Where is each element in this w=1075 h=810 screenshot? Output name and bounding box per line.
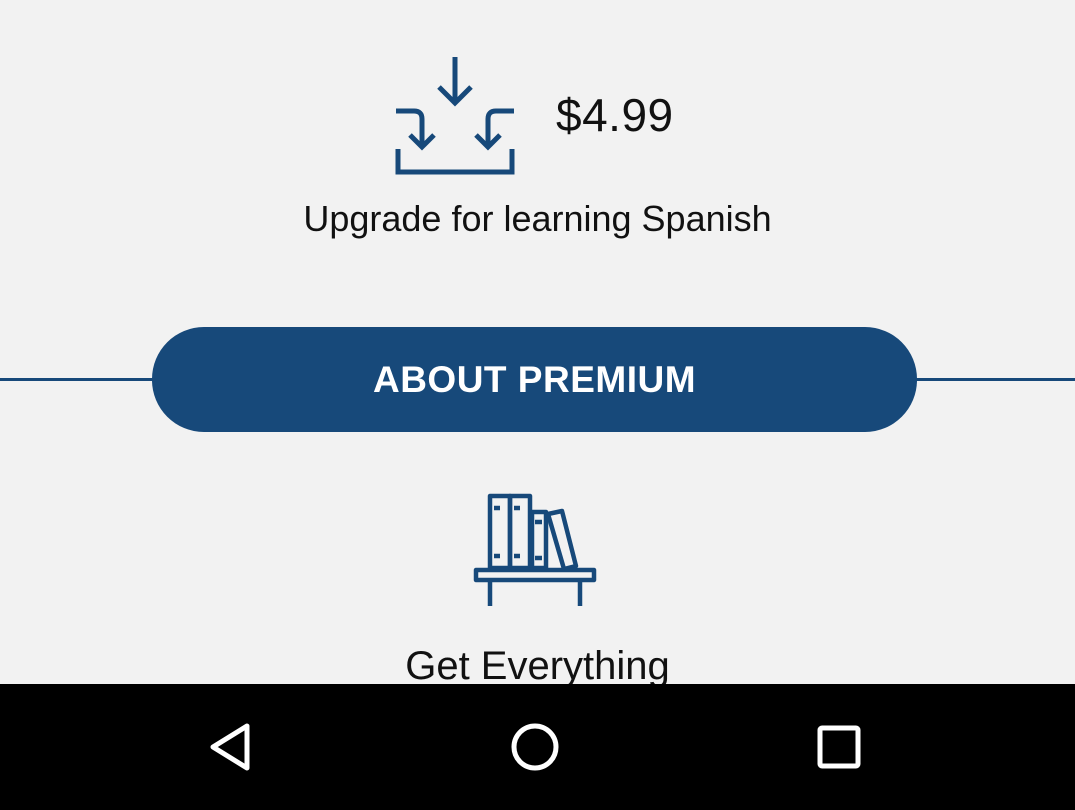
price-label: $4.99 [556,89,674,141]
upgrade-description: Upgrade for learning Spanish [303,198,772,239]
download-tray-icon [395,57,515,175]
home-button[interactable] [475,684,595,810]
android-navigation-bar [0,684,1075,810]
divider-left [0,378,160,381]
recent-apps-button[interactable] [779,684,899,810]
home-circle-icon [511,723,559,771]
get-everything-label: Get Everything [405,644,670,684]
bookshelf-icon [473,493,597,606]
about-premium-button[interactable]: ABOUT PREMIUM [152,327,917,432]
back-triangle-icon [210,723,250,771]
recent-apps-square-icon [817,725,861,769]
divider-right [910,378,1075,381]
premium-screen: $4.99 Upgrade for learning Spanish ABOUT… [0,0,1075,684]
back-button[interactable] [172,684,292,810]
